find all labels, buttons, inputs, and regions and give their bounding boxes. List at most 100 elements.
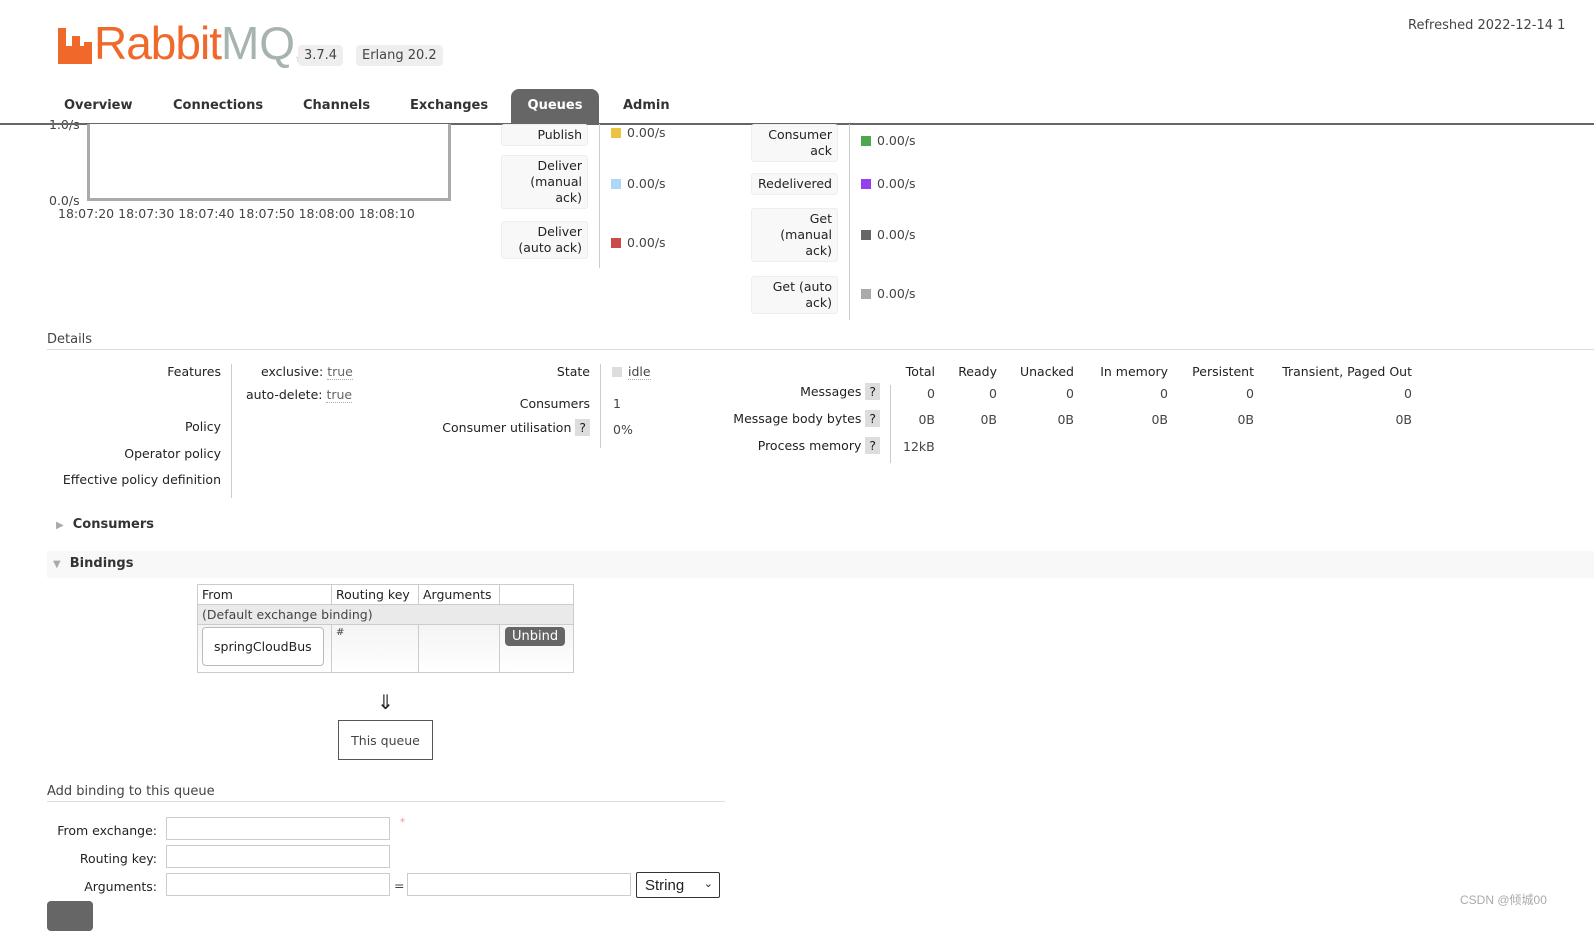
x-tick: 18:07:50 <box>238 206 295 221</box>
chevron-down-icon: ⌄ <box>703 878 713 890</box>
routing-key-input[interactable] <box>166 845 390 868</box>
rabbitmq-logo[interactable]: RabbitMQTM <box>58 20 305 66</box>
arguments-label: Arguments: <box>84 879 157 894</box>
caret-right-icon: ▶ <box>56 520 64 531</box>
col-persistent: Persistent <box>1192 364 1254 379</box>
bindings-table: From Routing key Arguments (Default exchan… <box>197 584 574 673</box>
table-row: springCloudBus # Unbind <box>197 624 574 673</box>
exchange-link[interactable]: springCloudBus <box>202 627 324 666</box>
down-arrow-icon: ⇓ <box>377 690 394 714</box>
rate-label-deliver-manual: Deliver (manual ack) <box>501 155 588 209</box>
tab-connections[interactable]: Connections <box>173 98 263 113</box>
state-label: State <box>556 364 590 379</box>
autodelete-key: auto-delete: <box>246 387 323 402</box>
rate-value: 0.00/s <box>877 176 916 191</box>
messages-label: Messages <box>800 384 862 399</box>
legend-swatch <box>611 128 621 138</box>
default-binding-row: (Default exchange binding) <box>197 604 574 625</box>
messages-row: 000000 <box>927 386 1412 401</box>
legend-swatch <box>611 179 621 189</box>
rate-value: 0.00/s <box>877 133 916 148</box>
col-in-memory: In memory <box>1100 364 1168 379</box>
help-button[interactable]: ? <box>865 410 880 427</box>
rate-value: 0.00/s <box>627 235 666 250</box>
routing-key-value: # <box>331 624 419 673</box>
col-arguments: Arguments <box>418 584 500 605</box>
bytes-label: Message body bytes <box>733 411 862 426</box>
help-button[interactable]: ? <box>865 383 880 400</box>
col-from: From <box>197 584 332 605</box>
x-tick: 18:08:10 <box>358 206 415 221</box>
bind-button[interactable] <box>47 901 93 931</box>
required-marker: * <box>400 817 405 828</box>
consumer-utilisation-label: Consumer utilisation <box>442 420 572 435</box>
tab-overview[interactable]: Overview <box>64 98 133 113</box>
arguments-value <box>418 624 500 673</box>
this-queue-box: This queue <box>338 720 433 760</box>
rate-value: 0.00/s <box>877 227 916 242</box>
argument-type-select[interactable]: String ⌄ <box>636 872 720 898</box>
col-routing-key: Routing key <box>331 584 419 605</box>
tab-admin[interactable]: Admin <box>623 98 670 113</box>
rate-label-get-auto: Get (auto ack) <box>751 276 838 314</box>
x-tick: 18:07:30 <box>118 206 175 221</box>
policy-label: Policy <box>185 419 221 434</box>
equals-sign: = <box>394 878 405 893</box>
col-total: Total <box>905 364 935 379</box>
rate-label-deliver-auto: Deliver (auto ack) <box>501 221 588 259</box>
legend-swatch <box>611 238 621 248</box>
rates-chart <box>87 124 451 201</box>
consumers-value: 1 <box>613 396 621 411</box>
x-tick: 18:08:00 <box>298 206 355 221</box>
x-tick: 18:07:40 <box>178 206 235 221</box>
state-value: idle <box>628 364 651 380</box>
exclusive-value: true <box>327 364 353 380</box>
col-transient: Transient, Paged Out <box>1282 364 1412 379</box>
memory-label: Process memory <box>757 438 862 453</box>
legend-swatch <box>861 179 871 189</box>
watermark: CSDN @倾城00 <box>1460 893 1547 907</box>
consumers-label: Consumers <box>519 396 590 411</box>
unbind-button[interactable]: Unbind <box>505 627 566 646</box>
rate-value: 0.00/s <box>627 125 666 140</box>
add-binding-heading: Add binding to this queue <box>47 784 215 799</box>
rabbit-logo-icon <box>58 28 92 64</box>
tab-exchanges[interactable]: Exchanges <box>410 98 488 113</box>
help-button[interactable]: ? <box>865 437 880 454</box>
state-indicator-icon <box>612 367 622 377</box>
rate-label-consumer-ack: Consumer ack <box>751 124 838 162</box>
routing-key-label: Routing key: <box>79 851 157 866</box>
legend-swatch <box>861 230 871 240</box>
autodelete-value: true <box>326 387 353 403</box>
features-label: Features <box>167 364 221 379</box>
legend-swatch <box>861 289 871 299</box>
chart-x-axis: 18:07:20 18:07:30 18:07:40 18:07:50 18:08:00… <box>58 206 415 221</box>
refreshed-text: Refreshed 2022-12-14 1 <box>1408 18 1566 33</box>
rate-label-publish: Publish <box>501 124 588 146</box>
version-badge: 3.7.4 <box>298 45 344 66</box>
help-button[interactable]: ? <box>575 419 590 436</box>
consumer-utilisation-value: 0% <box>613 422 633 437</box>
tab-channels[interactable]: Channels <box>303 98 370 113</box>
legend-swatch <box>861 136 871 146</box>
from-exchange-input[interactable] <box>166 817 390 840</box>
memory-value: 12kB <box>903 439 935 454</box>
col-unacked: Unacked <box>1019 364 1074 379</box>
argument-key-input[interactable] <box>166 873 390 896</box>
col-ready: Ready <box>958 364 997 379</box>
rate-value: 0.00/s <box>627 176 666 191</box>
argument-value-input[interactable] <box>407 873 631 896</box>
details-heading: Details <box>47 332 93 347</box>
caret-down-icon: ▼ <box>53 559 61 570</box>
bytes-row: 0B 0B 0B 0B 0B 0B <box>918 412 1412 427</box>
x-tick: 18:07:20 <box>58 206 115 221</box>
erlang-badge: Erlang 20.2 <box>356 45 443 66</box>
consumers-section-toggle[interactable]: ▶ Consumers <box>56 517 154 532</box>
operator-policy-label: Operator policy <box>124 446 221 461</box>
effective-policy-label: Effective policy definition <box>62 472 221 487</box>
bindings-section-toggle[interactable]: ▼ Bindings <box>53 556 133 571</box>
tab-queues[interactable]: Queues <box>511 89 599 124</box>
rate-label-redelivered: Redelivered <box>751 173 838 195</box>
rate-label-get-manual: Get (manual ack) <box>751 208 838 262</box>
exclusive-key: exclusive: <box>261 364 324 379</box>
